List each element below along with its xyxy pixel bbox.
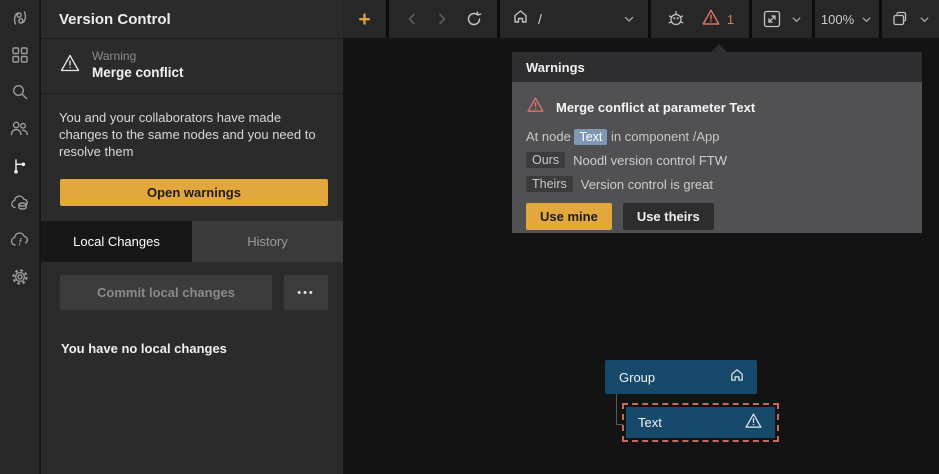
sidebar-item-components[interactable]: [6, 45, 34, 69]
sidebar-item-cloud-functions[interactable]: f: [6, 230, 34, 254]
merge-conflict-banner[interactable]: Warning Merge conflict: [41, 39, 343, 94]
commit-local-changes-button[interactable]: Commit local changes: [60, 275, 272, 310]
panel-title: Version Control: [59, 11, 171, 28]
use-mine-button[interactable]: Use mine: [526, 203, 612, 230]
app-window: f Version Control: [0, 0, 939, 474]
open-warnings-button[interactable]: Open warnings: [60, 179, 328, 206]
warning-kind-label: Warning: [92, 49, 184, 64]
commit-row: Commit local changes •••: [41, 262, 343, 310]
panel-header: Version Control: [41, 0, 343, 39]
home-icon: [729, 367, 745, 388]
add-node-button[interactable]: +: [358, 9, 370, 30]
warning-icon: [701, 7, 721, 32]
sidebar-item-cloud-services[interactable]: [6, 193, 34, 217]
people-icon: [9, 118, 30, 144]
group-node-label: Group: [619, 370, 655, 385]
warning-triangle-icon: [59, 52, 81, 79]
sidebar-item-version-control[interactable]: [6, 156, 34, 180]
warning-count-badge: 1: [727, 12, 734, 27]
popup-title: Warnings: [526, 60, 585, 75]
location-middle: in component: [611, 129, 689, 144]
popup-notch: [710, 44, 728, 53]
viewports-button[interactable]: [890, 9, 910, 29]
theirs-value: Version control is great: [581, 177, 713, 192]
icon-sidebar: f: [0, 0, 40, 474]
gear-icon: [10, 267, 30, 292]
components-grid-icon: [10, 45, 30, 70]
warning-icon: [526, 95, 545, 119]
theirs-row: Theirs Version control is great: [526, 176, 908, 192]
popup-header: Warnings: [512, 52, 922, 82]
popup-warning-location: At node Text in component /App: [526, 129, 908, 144]
conflict-description: You and your collaborators have made cha…: [41, 94, 343, 160]
sidebar-item-collaboration[interactable]: [6, 119, 34, 143]
sidebar-item-settings[interactable]: [6, 267, 34, 291]
theirs-chip: Theirs: [526, 176, 573, 192]
expand-preview-button[interactable]: [762, 9, 782, 29]
zoom-dropdown-chevron-icon[interactable]: [860, 13, 873, 26]
sidebar-item-noodl-logo[interactable]: [6, 8, 34, 32]
location-prefix: At node: [526, 129, 571, 144]
text-node[interactable]: Text: [626, 407, 775, 438]
toolbar-add-section: +: [343, 0, 386, 38]
ours-row: Ours Noodl version control FTW: [526, 152, 908, 168]
warnings-indicator[interactable]: 1: [701, 7, 734, 32]
popup-warning-row: Merge conflict at parameter Text: [526, 95, 908, 119]
tab-local-changes[interactable]: Local Changes: [41, 221, 192, 262]
ours-value: Noodl version control FTW: [573, 153, 727, 168]
conflict-resolution-buttons: Use mine Use theirs: [526, 203, 908, 230]
refresh-button[interactable]: [465, 10, 483, 28]
toolbar-zoom-section: 100%: [815, 0, 879, 38]
popup-body: Merge conflict at parameter Text At node…: [512, 82, 922, 233]
toolbar-debug-section: 1: [651, 0, 749, 38]
cloud-function-icon: f: [9, 229, 31, 256]
svg-text:f: f: [18, 237, 22, 248]
toolbar-nav-section: [389, 0, 497, 38]
zoom-level-label: 100%: [821, 12, 854, 27]
forward-button[interactable]: [434, 11, 450, 27]
warning-title: Merge conflict: [92, 64, 184, 81]
noodl-logo-icon: [9, 7, 31, 34]
sidebar-item-search[interactable]: [6, 82, 34, 106]
viewports-dropdown-chevron-icon[interactable]: [918, 13, 931, 26]
component-path: /App: [693, 129, 720, 144]
home-icon: [512, 8, 529, 30]
back-button[interactable]: [404, 11, 420, 27]
component-path-label: /: [538, 11, 542, 27]
warnings-popup: Warnings Merge conflict at parameter Tex…: [512, 52, 922, 233]
preview-dropdown-chevron-icon[interactable]: [790, 13, 803, 26]
warning-icon: [744, 411, 763, 435]
node-name-chip[interactable]: Text: [574, 129, 607, 145]
ours-chip: Ours: [526, 152, 565, 168]
more-options-button[interactable]: •••: [284, 275, 328, 310]
branch-icon: [10, 156, 30, 181]
node-canvas[interactable]: Warnings Merge conflict at parameter Tex…: [343, 38, 939, 474]
panel-tabs: Local Changes History: [41, 221, 343, 262]
no-local-changes-message: You have no local changes: [41, 310, 343, 356]
toolbar-component-path[interactable]: /: [500, 0, 648, 38]
text-node-conflict-outline[interactable]: Text: [622, 403, 779, 442]
toolbar-frames-section: [882, 0, 939, 38]
popup-warning-title: Merge conflict at parameter Text: [556, 100, 755, 115]
version-control-panel: Version Control Warning Merge conflict Y…: [41, 0, 343, 474]
bug-icon[interactable]: [666, 9, 686, 29]
group-node[interactable]: Group: [605, 360, 757, 394]
search-icon: [10, 82, 30, 107]
canvas-toolbar: + /: [343, 0, 939, 38]
toolbar-preview-section: [752, 0, 812, 38]
use-theirs-button[interactable]: Use theirs: [623, 203, 714, 230]
tab-history[interactable]: History: [192, 221, 343, 262]
cloud-database-icon: [9, 192, 31, 219]
text-node-label: Text: [638, 415, 662, 430]
component-dropdown-chevron-icon[interactable]: [622, 12, 636, 26]
